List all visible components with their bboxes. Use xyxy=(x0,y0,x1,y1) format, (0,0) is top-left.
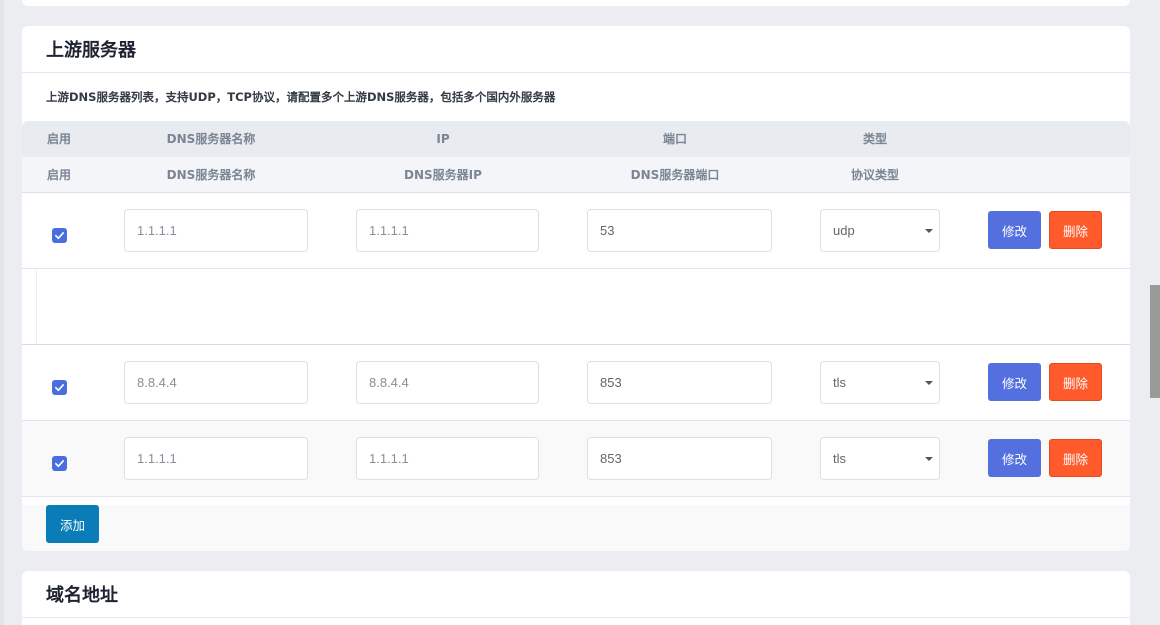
protocol-select[interactable]: udp xyxy=(820,209,940,252)
add-area: 添加 xyxy=(22,505,1130,551)
protocol-value: udp xyxy=(833,223,855,238)
edit-button[interactable]: 修改 xyxy=(988,363,1041,401)
upstream-title: 上游服务器 xyxy=(46,40,136,61)
empty-panel xyxy=(36,269,1130,344)
left-edge xyxy=(0,0,4,625)
header-ip: DNS服务器IP xyxy=(404,168,482,182)
add-server-button[interactable]: 添加 xyxy=(46,505,99,543)
protocol-value: tls xyxy=(833,451,846,466)
protocol-select[interactable]: tls xyxy=(820,361,940,404)
upstream-servers-card: 上游服务器 上游DNS服务器列表，支持UDP，TCP协议，请配置多个上游DNS服… xyxy=(22,26,1130,551)
server-port-input[interactable]: 53 xyxy=(587,209,772,252)
edit-button[interactable]: 修改 xyxy=(988,439,1041,477)
enable-checkbox[interactable] xyxy=(52,380,67,395)
header-name: DNS服务器名称 xyxy=(166,132,256,146)
domain-card-header: 域名地址 xyxy=(22,571,1130,618)
protocol-select[interactable]: tls xyxy=(820,437,940,480)
server-name-input[interactable]: 1.1.1.1 xyxy=(124,209,308,252)
table-row: 1.1.1.1 1.1.1.1 853 tls 修改 删除 xyxy=(22,421,1130,497)
server-ip-input[interactable]: 8.8.4.4 xyxy=(356,361,539,404)
caret-down-icon xyxy=(925,381,933,385)
table-row: 8.8.4.4 8.8.4.4 853 tls 修改 删除 xyxy=(22,345,1130,421)
check-icon xyxy=(55,232,64,240)
server-ip-input[interactable]: 1.1.1.1 xyxy=(356,209,539,252)
check-icon xyxy=(55,460,64,468)
caret-down-icon xyxy=(925,229,933,233)
enable-checkbox[interactable] xyxy=(52,228,67,243)
server-name-input[interactable]: 8.8.4.4 xyxy=(124,361,308,404)
header-port: DNS服务器端口 xyxy=(630,168,720,182)
table-row-empty xyxy=(22,269,1130,345)
server-port-input[interactable]: 853 xyxy=(587,361,772,404)
delete-button[interactable]: 删除 xyxy=(1049,363,1102,401)
table-header-row-1: 启用 DNS服务器名称 IP 端口 类型 xyxy=(22,121,1130,157)
server-ip-input[interactable]: 1.1.1.1 xyxy=(356,437,539,480)
domain-address-card: 域名地址 xyxy=(22,571,1130,625)
previous-card xyxy=(22,0,1130,6)
scrollbar-thumb[interactable] xyxy=(1150,285,1160,398)
caret-down-icon xyxy=(925,457,933,461)
upstream-card-header: 上游服务器 xyxy=(22,26,1130,73)
check-icon xyxy=(55,384,64,392)
header-name: DNS服务器名称 xyxy=(166,168,256,182)
header-type: 类型 xyxy=(862,132,888,146)
header-ip: IP xyxy=(436,132,450,146)
enable-checkbox[interactable] xyxy=(52,456,67,471)
protocol-value: tls xyxy=(833,375,846,390)
header-port: 端口 xyxy=(662,132,688,146)
header-type: 协议类型 xyxy=(850,168,900,182)
header-enabled: 启用 xyxy=(46,168,72,182)
server-name-input[interactable]: 1.1.1.1 xyxy=(124,437,308,480)
delete-button[interactable]: 删除 xyxy=(1049,439,1102,477)
delete-button[interactable]: 删除 xyxy=(1049,211,1102,249)
server-port-input[interactable]: 853 xyxy=(587,437,772,480)
header-enabled: 启用 xyxy=(46,132,72,146)
edit-button[interactable]: 修改 xyxy=(988,211,1041,249)
upstream-description: 上游DNS服务器列表，支持UDP，TCP协议，请配置多个上游DNS服务器，包括多… xyxy=(46,90,556,104)
table-header-row-2: 启用 DNS服务器名称 DNS服务器IP DNS服务器端口 协议类型 xyxy=(22,157,1130,193)
table-row: 1.1.1.1 1.1.1.1 53 udp 修改 删除 xyxy=(22,193,1130,269)
domain-title: 域名地址 xyxy=(46,585,118,606)
